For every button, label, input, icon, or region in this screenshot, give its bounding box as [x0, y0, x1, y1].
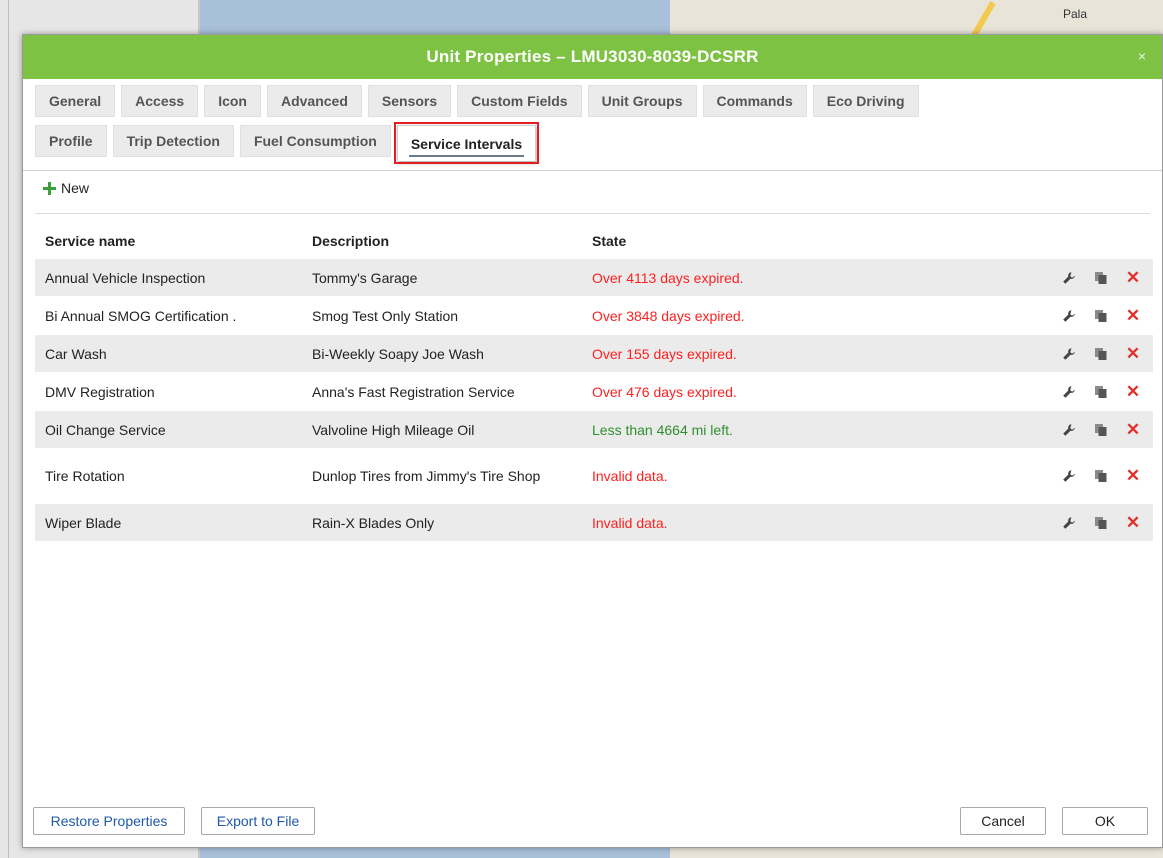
wrench-icon[interactable] [1053, 382, 1085, 402]
dialog-title: Unit Properties – LMU3030-8039-DCSRR [426, 47, 759, 66]
restore-properties-button[interactable]: Restore Properties [33, 807, 185, 835]
table-row[interactable]: Car Wash Bi-Weekly Soapy Joe Wash Over 1… [35, 335, 1153, 373]
cell-state: Invalid data. [592, 468, 668, 484]
row-actions: ✕ [982, 268, 1153, 288]
copy-icon[interactable] [1085, 268, 1117, 288]
active-tab-underline [408, 155, 525, 157]
tabs-row-2: Profile Trip Detection Fuel Consumption … [35, 122, 540, 164]
table-row[interactable]: Bi Annual SMOG Certification . Smog Test… [35, 297, 1153, 335]
wrench-icon[interactable] [1053, 466, 1085, 486]
wrench-icon[interactable] [1053, 268, 1085, 288]
new-label: New [61, 180, 90, 196]
delete-icon[interactable]: ✕ [1117, 268, 1149, 288]
delete-icon[interactable]: ✕ [1117, 382, 1149, 402]
copy-icon[interactable] [1085, 382, 1117, 402]
cell-service-name: Annual Vehicle Inspection [45, 269, 206, 286]
tab-sensors[interactable]: Sensors [367, 85, 452, 117]
tab-unit-groups[interactable]: Unit Groups [587, 85, 697, 117]
close-icon[interactable]: × [1134, 48, 1150, 64]
cell-description: Rain-X Blades Only [312, 514, 435, 531]
toolbar-separator [35, 213, 1150, 214]
table-row[interactable]: Oil Change Service Valvoline High Mileag… [35, 411, 1153, 449]
cell-state: Over 3848 days expired. [592, 307, 745, 324]
table-row[interactable]: Annual Vehicle Inspection Tommy's Garage… [35, 259, 1153, 297]
tab-custom-fields[interactable]: Custom Fields [457, 85, 582, 117]
tab-service-intervals[interactable]: Service Intervals [396, 125, 537, 161]
cell-description: Bi-Weekly Soapy Joe Wash [312, 345, 484, 362]
row-actions: ✕ [982, 306, 1153, 326]
tab-icon[interactable]: Icon [204, 85, 261, 117]
tab-fuel-consumption[interactable]: Fuel Consumption [239, 125, 391, 157]
cell-state: Invalid data. [592, 514, 668, 531]
cell-state: Over 155 days expired. [592, 345, 737, 362]
wrench-icon[interactable] [1053, 306, 1085, 326]
dialog-title-bar[interactable]: Unit Properties – LMU3030-8039-DCSRR × [23, 35, 1162, 79]
cell-service-name: DMV Registration [45, 383, 155, 400]
table-row[interactable]: Tire Rotation Dunlop Tires from Jimmy's … [35, 449, 1153, 504]
tab-commands[interactable]: Commands [702, 85, 807, 117]
tab-eco-driving[interactable]: Eco Driving [812, 85, 919, 117]
cell-state: Over 476 days expired. [592, 383, 737, 400]
cell-description: Tommy's Garage [312, 269, 418, 286]
tab-advanced[interactable]: Advanced [266, 85, 362, 117]
service-intervals-table: Service name Description State Annual Ve… [35, 223, 1153, 542]
delete-icon[interactable]: ✕ [1117, 306, 1149, 326]
cell-service-name: Wiper Blade [45, 514, 122, 531]
tabs-row-1: General Access Icon Advanced Sensors Cus… [35, 85, 919, 117]
ok-button[interactable]: OK [1062, 807, 1148, 835]
header-state[interactable]: State [582, 233, 982, 249]
cell-description: Dunlop Tires from Jimmy's Tire Shop [312, 468, 541, 484]
row-actions: ✕ [982, 344, 1153, 364]
table-header: Service name Description State [35, 223, 1153, 259]
tab-access[interactable]: Access [121, 85, 199, 117]
copy-icon[interactable] [1085, 344, 1117, 364]
wrench-icon[interactable] [1053, 513, 1085, 533]
delete-icon[interactable]: ✕ [1117, 513, 1149, 533]
copy-icon[interactable] [1085, 513, 1117, 533]
table-row[interactable]: DMV Registration Anna's Fast Registratio… [35, 373, 1153, 411]
header-description[interactable]: Description [302, 233, 582, 249]
export-to-file-button[interactable]: Export to File [201, 807, 315, 835]
cell-service-name: Tire Rotation [45, 468, 125, 484]
delete-icon[interactable]: ✕ [1117, 344, 1149, 364]
map-label: Pala [1063, 7, 1088, 21]
cell-description: Smog Test Only Station [312, 307, 459, 324]
tab-general[interactable]: General [35, 85, 116, 117]
cell-state: Less than 4664 mi left. [592, 421, 733, 438]
cell-service-name: Car Wash [45, 345, 107, 362]
copy-icon[interactable] [1085, 420, 1117, 440]
active-tab-highlight: Service Intervals [393, 122, 540, 164]
wrench-icon[interactable] [1053, 420, 1085, 440]
header-service-name[interactable]: Service name [35, 233, 302, 249]
tabs-separator [23, 170, 1162, 171]
cancel-button[interactable]: Cancel [960, 807, 1046, 835]
plus-icon [43, 181, 56, 195]
delete-icon[interactable]: ✕ [1117, 466, 1149, 486]
row-actions: ✕ [982, 466, 1153, 486]
copy-icon[interactable] [1085, 466, 1117, 486]
tab-service-intervals-label: Service Intervals [410, 135, 523, 152]
copy-icon[interactable] [1085, 306, 1117, 326]
new-service-button[interactable]: New [43, 180, 89, 196]
tab-profile[interactable]: Profile [35, 125, 107, 157]
row-actions: ✕ [982, 513, 1153, 533]
cell-description: Valvoline High Mileage Oil [312, 421, 475, 438]
cell-service-name: Bi Annual SMOG Certification . [45, 307, 237, 324]
tab-trip-detection[interactable]: Trip Detection [112, 125, 234, 157]
cell-description: Anna's Fast Registration Service [312, 383, 515, 400]
row-actions: ✕ [982, 382, 1153, 402]
unit-properties-dialog: Unit Properties – LMU3030-8039-DCSRR × G… [22, 34, 1163, 848]
cell-state: Over 4113 days expired. [592, 269, 744, 286]
wrench-icon[interactable] [1053, 344, 1085, 364]
table-row[interactable]: Wiper Blade Rain-X Blades Only Invalid d… [35, 504, 1153, 542]
delete-icon[interactable]: ✕ [1117, 420, 1149, 440]
row-actions: ✕ [982, 420, 1153, 440]
cell-service-name: Oil Change Service [45, 421, 166, 438]
